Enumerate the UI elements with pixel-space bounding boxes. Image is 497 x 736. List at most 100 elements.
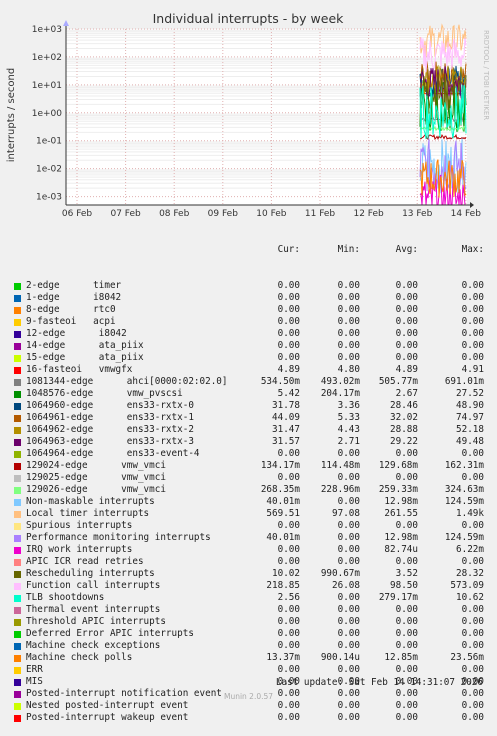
legend-cur-value: 0.00 (240, 328, 300, 340)
legend-swatch (14, 283, 21, 290)
legend-min-value: 0.00 (300, 664, 360, 676)
legend-row: TLB shootdowns2.560.00279.17m10.62 (0, 592, 497, 604)
legend-row: 129024-edge vmw_vmci134.17m114.48m129.68… (0, 460, 497, 472)
legend-cur-value: 0.00 (240, 340, 300, 352)
chart-area: Individual interrupts - by week interrup… (0, 0, 497, 220)
legend-row: 8-edge rtc00.000.000.000.00 (0, 304, 497, 316)
legend-cur-value: 13.37m (240, 652, 300, 664)
legend-swatch (14, 523, 21, 530)
legend-row: 2-edge timer0.000.000.000.00 (0, 280, 497, 292)
legend-avg-value: 0.00 (358, 520, 418, 532)
legend-avg-value: 28.88 (358, 424, 418, 436)
legend-avg-value: 98.50 (358, 580, 418, 592)
legend-max-value: 0.00 (424, 448, 484, 460)
legend-swatch (14, 535, 21, 542)
x-tick-label: 08 Feb (159, 209, 190, 219)
legend-cur-value: 0.00 (240, 448, 300, 460)
x-tick-label: 11 Feb (305, 209, 336, 219)
y-tick-label: 1e-02 (36, 165, 62, 175)
legend-min-value: 0.00 (300, 520, 360, 532)
legend-min-value: 0.00 (300, 712, 360, 724)
legend-row: Local timer interrupts569.5197.08261.551… (0, 508, 497, 520)
legend-avg-value: 29.22 (358, 436, 418, 448)
legend-series-name: Machine check polls (26, 652, 132, 664)
legend-swatch (14, 355, 21, 362)
legend-row: Rescheduling interrupts10.02990.67m3.522… (0, 568, 497, 580)
legend-row: Function call interrupts218.8526.0898.50… (0, 580, 497, 592)
legend-swatch (14, 343, 21, 350)
legend-cur-value: 5.42 (240, 388, 300, 400)
legend-swatch (14, 559, 21, 566)
legend-cur-value: 2.56 (240, 592, 300, 604)
y-tick-label: 1e+01 (32, 81, 62, 91)
legend-cur-value: 4.89 (240, 364, 300, 376)
legend-cur-value: 31.47 (240, 424, 300, 436)
legend-series-name: 129024-edge vmw_vmci (26, 460, 166, 472)
legend-series-name: Function call interrupts (26, 580, 160, 592)
legend-avg-value: 259.33m (358, 484, 418, 496)
legend-cur-value: 569.51 (240, 508, 300, 520)
legend-row: 129025-edge vmw_vmci0.000.000.000.00 (0, 472, 497, 484)
legend-cur-value: 0.00 (240, 640, 300, 652)
legend-min-value: 0.00 (300, 316, 360, 328)
legend-cur-value: 134.17m (240, 460, 300, 472)
legend-series-name: 1048576-edge vmw_pvscsi (26, 388, 183, 400)
legend-avg-value: 32.02 (358, 412, 418, 424)
legend-min-value: 0.00 (300, 700, 360, 712)
col-cur-header: Cur: (240, 244, 300, 256)
legend-series-name: IRQ work interrupts (26, 544, 132, 556)
legend-series-name: 1064960-edge ens33-rxtx-0 (26, 400, 194, 412)
legend-series-name: MIS (26, 676, 43, 688)
legend-avg-value: 0.00 (358, 616, 418, 628)
legend-swatch (14, 391, 21, 398)
legend-min-value: 990.67m (300, 568, 360, 580)
legend-avg-value: 0.00 (358, 328, 418, 340)
legend-max-value: 0.00 (424, 352, 484, 364)
legend-swatch (14, 499, 21, 506)
legend-swatch (14, 439, 21, 446)
legend-row: 1-edge i80420.000.000.000.00 (0, 292, 497, 304)
legend-series-name: APIC ICR read retries (26, 556, 144, 568)
legend-avg-value: 0.00 (358, 556, 418, 568)
legend-min-value: 3.36 (300, 400, 360, 412)
legend-swatch (14, 451, 21, 458)
legend-max-value: 0.00 (424, 316, 484, 328)
legend-min-value: 0.00 (300, 640, 360, 652)
legend-min-value: 0.00 (300, 556, 360, 568)
legend-min-value: 0.00 (300, 472, 360, 484)
legend-series-name: 1064962-edge ens33-rxtx-2 (26, 424, 194, 436)
legend-swatch (14, 379, 21, 386)
legend-cur-value: 0.00 (240, 292, 300, 304)
legend-avg-value: 0.00 (358, 316, 418, 328)
legend-cur-value: 0.00 (240, 520, 300, 532)
legend-cur-value: 0.00 (240, 700, 300, 712)
legend-swatch (14, 595, 21, 602)
legend-series-name: Machine check exceptions (26, 640, 160, 652)
legend-swatch (14, 511, 21, 518)
legend-min-value: 0.00 (300, 328, 360, 340)
legend-max-value: 573.09 (424, 580, 484, 592)
legend-min-value: 228.96m (300, 484, 360, 496)
legend-avg-value: 505.77m (358, 376, 418, 388)
legend-avg-value: 0.00 (358, 604, 418, 616)
legend-min-value: 0.00 (300, 352, 360, 364)
legend-series-name: Local timer interrupts (26, 508, 149, 520)
legend-max-value: 124.59m (424, 532, 484, 544)
legend-cur-value: 10.02 (240, 568, 300, 580)
legend-series-name: Performance monitoring interrupts (26, 532, 211, 544)
legend-avg-value: 0.00 (358, 472, 418, 484)
legend-max-value: 0.00 (424, 604, 484, 616)
legend-max-value: 162.31m (424, 460, 484, 472)
legend-min-value: 26.08 (300, 580, 360, 592)
legend-row: ERR0.000.000.000.00 (0, 664, 497, 676)
legend-max-value: 0.00 (424, 520, 484, 532)
legend-max-value: 23.56m (424, 652, 484, 664)
y-tick-label: 1e-03 (36, 193, 62, 203)
legend-min-value: 0.00 (300, 496, 360, 508)
legend-max-value: 6.22m (424, 544, 484, 556)
legend-min-value: 900.14u (300, 652, 360, 664)
legend-max-value: 52.18 (424, 424, 484, 436)
legend-min-value: 0.00 (300, 280, 360, 292)
legend-avg-value: 261.55 (358, 508, 418, 520)
legend-max-value: 0.00 (424, 700, 484, 712)
